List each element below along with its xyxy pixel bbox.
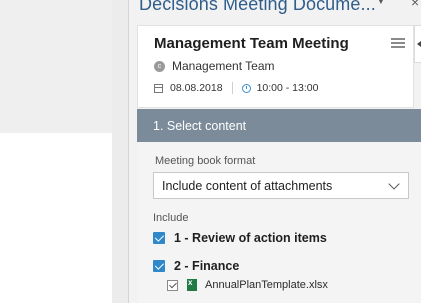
include-label: Include	[153, 212, 189, 224]
meeting-title: Management Team Meeting	[154, 35, 349, 52]
team-row: c Management Team	[154, 59, 275, 73]
divider	[231, 82, 233, 94]
format-selected-value: Include content of attachments	[162, 179, 333, 193]
clock-icon	[241, 83, 251, 93]
attachment-checkbox-row[interactable]: AnnualPlanTemplate.xlsx	[167, 278, 328, 291]
document-area	[0, 0, 128, 303]
pane-menu-caret-icon[interactable]: ▼	[376, 0, 386, 7]
calendar-icon	[154, 83, 163, 93]
team-avatar: c	[154, 60, 165, 72]
agenda-item-checkbox-row[interactable]: 2 - Finance	[153, 259, 239, 273]
agenda-item-checkbox-row[interactable]: 1 - Review of action items	[153, 231, 327, 245]
excel-file-icon	[187, 278, 197, 291]
format-label: Meeting book format	[155, 155, 256, 167]
checkbox-checked[interactable]	[153, 232, 165, 244]
select-content-section: Meeting book format Include content of a…	[137, 142, 421, 303]
document-page-body[interactable]	[0, 133, 113, 303]
collapse-pane-tab[interactable]	[414, 25, 421, 63]
chevron-down-icon	[388, 178, 400, 190]
hamburger-menu-icon[interactable]	[391, 38, 405, 50]
section-header-select-content[interactable]: 1. Select content	[137, 109, 421, 142]
format-dropdown[interactable]: Include content of attachments	[153, 172, 409, 199]
team-name: Management Team	[172, 59, 275, 73]
task-pane: Decisions Meeting Docume... ▼ × Manageme…	[128, 0, 421, 303]
checkbox-checked[interactable]	[167, 279, 178, 291]
task-pane-title: Decisions Meeting Docume...	[139, 0, 376, 14]
meeting-card: Management Team Meeting c Management Tea…	[137, 25, 414, 108]
pane-close-button[interactable]: ×	[411, 0, 419, 10]
meeting-date: 08.08.2018	[170, 82, 223, 94]
checkbox-checked[interactable]	[153, 260, 165, 272]
attachment-label: AnnualPlanTemplate.xlsx	[205, 279, 328, 291]
document-gutter	[112, 0, 128, 303]
agenda-item-label: 1 - Review of action items	[174, 231, 327, 245]
agenda-item-label: 2 - Finance	[174, 259, 240, 273]
meeting-info-row: 08.08.2018 10:00 - 13:00	[154, 82, 318, 94]
meeting-time: 10:00 - 13:00	[256, 82, 319, 94]
